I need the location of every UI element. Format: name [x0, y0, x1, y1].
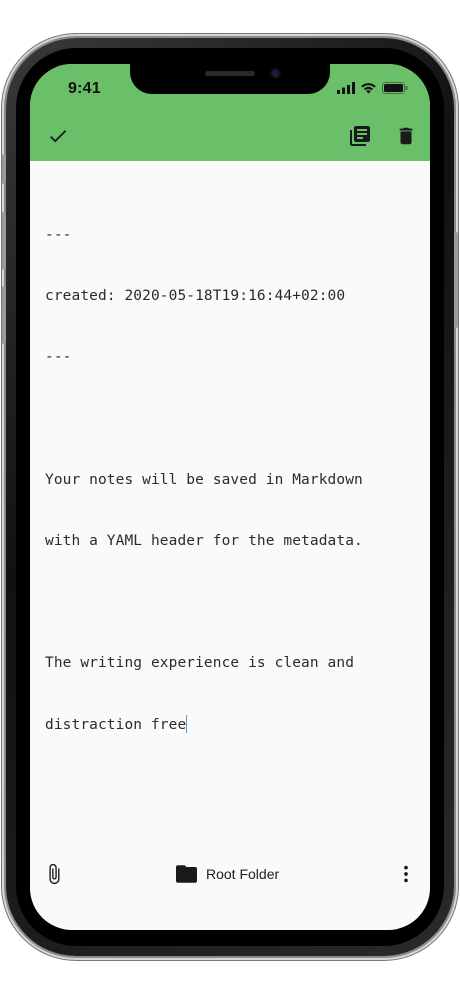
volume-down-button: [2, 286, 6, 344]
delete-button[interactable]: [392, 122, 420, 150]
editor-line: ---: [45, 349, 72, 366]
app-bar: 9:41: [30, 64, 430, 161]
delete-icon: [399, 127, 413, 145]
editor-line-last: distraction free: [45, 714, 417, 735]
app-screen: 9:41 --- created: 2020-05-18T19:16:44+02…: [30, 64, 430, 930]
volume-up-button: [2, 212, 6, 270]
editor-line: Your notes will be saved in Markdown: [45, 471, 363, 488]
paperclip-icon: [49, 863, 60, 885]
library-books-icon: [350, 126, 370, 146]
status-time: 9:41: [68, 80, 101, 97]
save-checkmark-button[interactable]: [44, 122, 72, 150]
note-editor[interactable]: --- created: 2020-05-18T19:16:44+02:00 -…: [45, 184, 417, 776]
editor-line: created: 2020-05-18T19:16:44+02:00: [45, 288, 346, 305]
editor-line-text: distraction free: [45, 716, 187, 733]
more-vert-icon: [404, 865, 408, 883]
folder-selector-button[interactable]: Root Folder: [176, 854, 279, 894]
editor-line: with a YAML header for the metadata.: [45, 532, 363, 549]
notch: [130, 64, 330, 94]
wifi-icon: [361, 83, 376, 94]
editor-line: ---: [45, 226, 72, 243]
folder-label: Root Folder: [206, 866, 280, 882]
text-cursor: [186, 714, 188, 733]
front-camera: [270, 68, 281, 79]
library-button[interactable]: [346, 122, 374, 150]
editor-line: The writing experience is clean and: [45, 655, 355, 672]
folder-icon: [176, 865, 197, 883]
mute-switch: [2, 154, 6, 184]
more-options-button[interactable]: [392, 860, 420, 888]
status-icons: [337, 82, 408, 94]
battery-icon: [382, 82, 408, 94]
speaker-grille: [205, 71, 255, 76]
power-button: [454, 232, 458, 328]
cellular-signal-icon: [337, 82, 355, 94]
bottom-bar: Root Folder: [30, 854, 430, 894]
attach-button[interactable]: [40, 860, 68, 888]
checkmark-icon: [50, 130, 67, 143]
